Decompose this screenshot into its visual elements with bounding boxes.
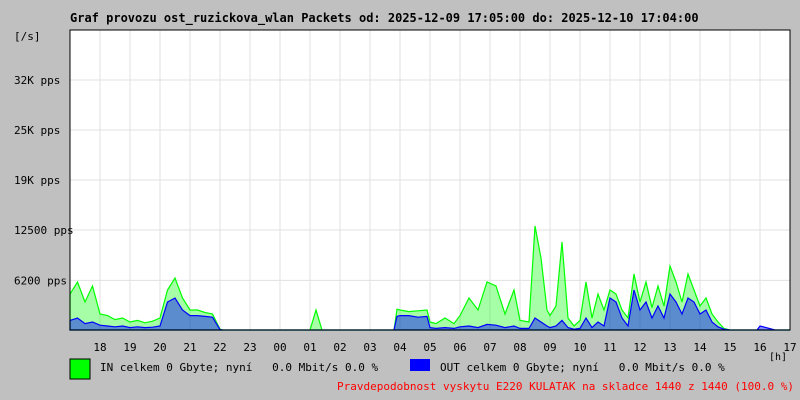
x-tick-label: 23 — [243, 341, 256, 354]
x-axis-label: [h] — [769, 352, 787, 363]
y-tick-label: 19K pps — [14, 174, 60, 187]
legend-swatch-out — [410, 359, 430, 371]
x-tick-label: 01 — [303, 341, 316, 354]
legend-in-text: IN celkem 0 Gbyte; nyní 0.0 Mbit/s 0.0 % — [100, 361, 379, 374]
y-tick-label: 25K pps — [14, 124, 60, 137]
x-tick-label: 07 — [483, 341, 496, 354]
legend-out-text: OUT celkem 0 Gbyte; nyní 0.0 Mbit/s 0.0 … — [440, 361, 725, 374]
y-tick-label: 6200 pps — [14, 274, 67, 287]
y-axis-label: [/s] — [14, 30, 41, 43]
y-tick-label: 32K pps — [14, 74, 60, 87]
x-tick-label: 10 — [573, 341, 586, 354]
x-tick-label: 00 — [273, 341, 286, 354]
x-tick-label: 05 — [423, 341, 436, 354]
chart-title: Graf provozu ost_ruzickova_wlan Packets … — [70, 11, 699, 26]
x-tick-label: 14 — [693, 341, 707, 354]
x-tick-label: 03 — [363, 341, 376, 354]
x-tick-label: 04 — [393, 341, 407, 354]
x-tick-label: 06 — [453, 341, 466, 354]
x-tick-label: 22 — [213, 341, 226, 354]
x-tick-label: 02 — [333, 341, 346, 354]
x-tick-label: 11 — [603, 341, 616, 354]
x-tick-label: 13 — [663, 341, 676, 354]
y-tick-label: 12500 pps — [14, 224, 74, 237]
x-tick-label: 19 — [123, 341, 136, 354]
traffic-chart: 18 19 20 21 22 23 00 01 02 03 04 05 06 07 08 09 10 11 12 13… — [14, 11, 797, 393]
x-tick-label: 21 — [183, 341, 196, 354]
x-tick-label: 18 — [93, 341, 106, 354]
x-tick-label: 12 — [633, 341, 646, 354]
x-tick-label: 09 — [543, 341, 556, 354]
x-tick-label: 15 — [723, 341, 736, 354]
x-tick-label: 16 — [753, 341, 766, 354]
footer-probability: Pravdepodobnost vyskytu E220 KULATAK na … — [337, 380, 794, 393]
x-tick-label: 08 — [513, 341, 526, 354]
legend-swatch-in — [69, 358, 91, 380]
x-tick-label: 20 — [153, 341, 166, 354]
